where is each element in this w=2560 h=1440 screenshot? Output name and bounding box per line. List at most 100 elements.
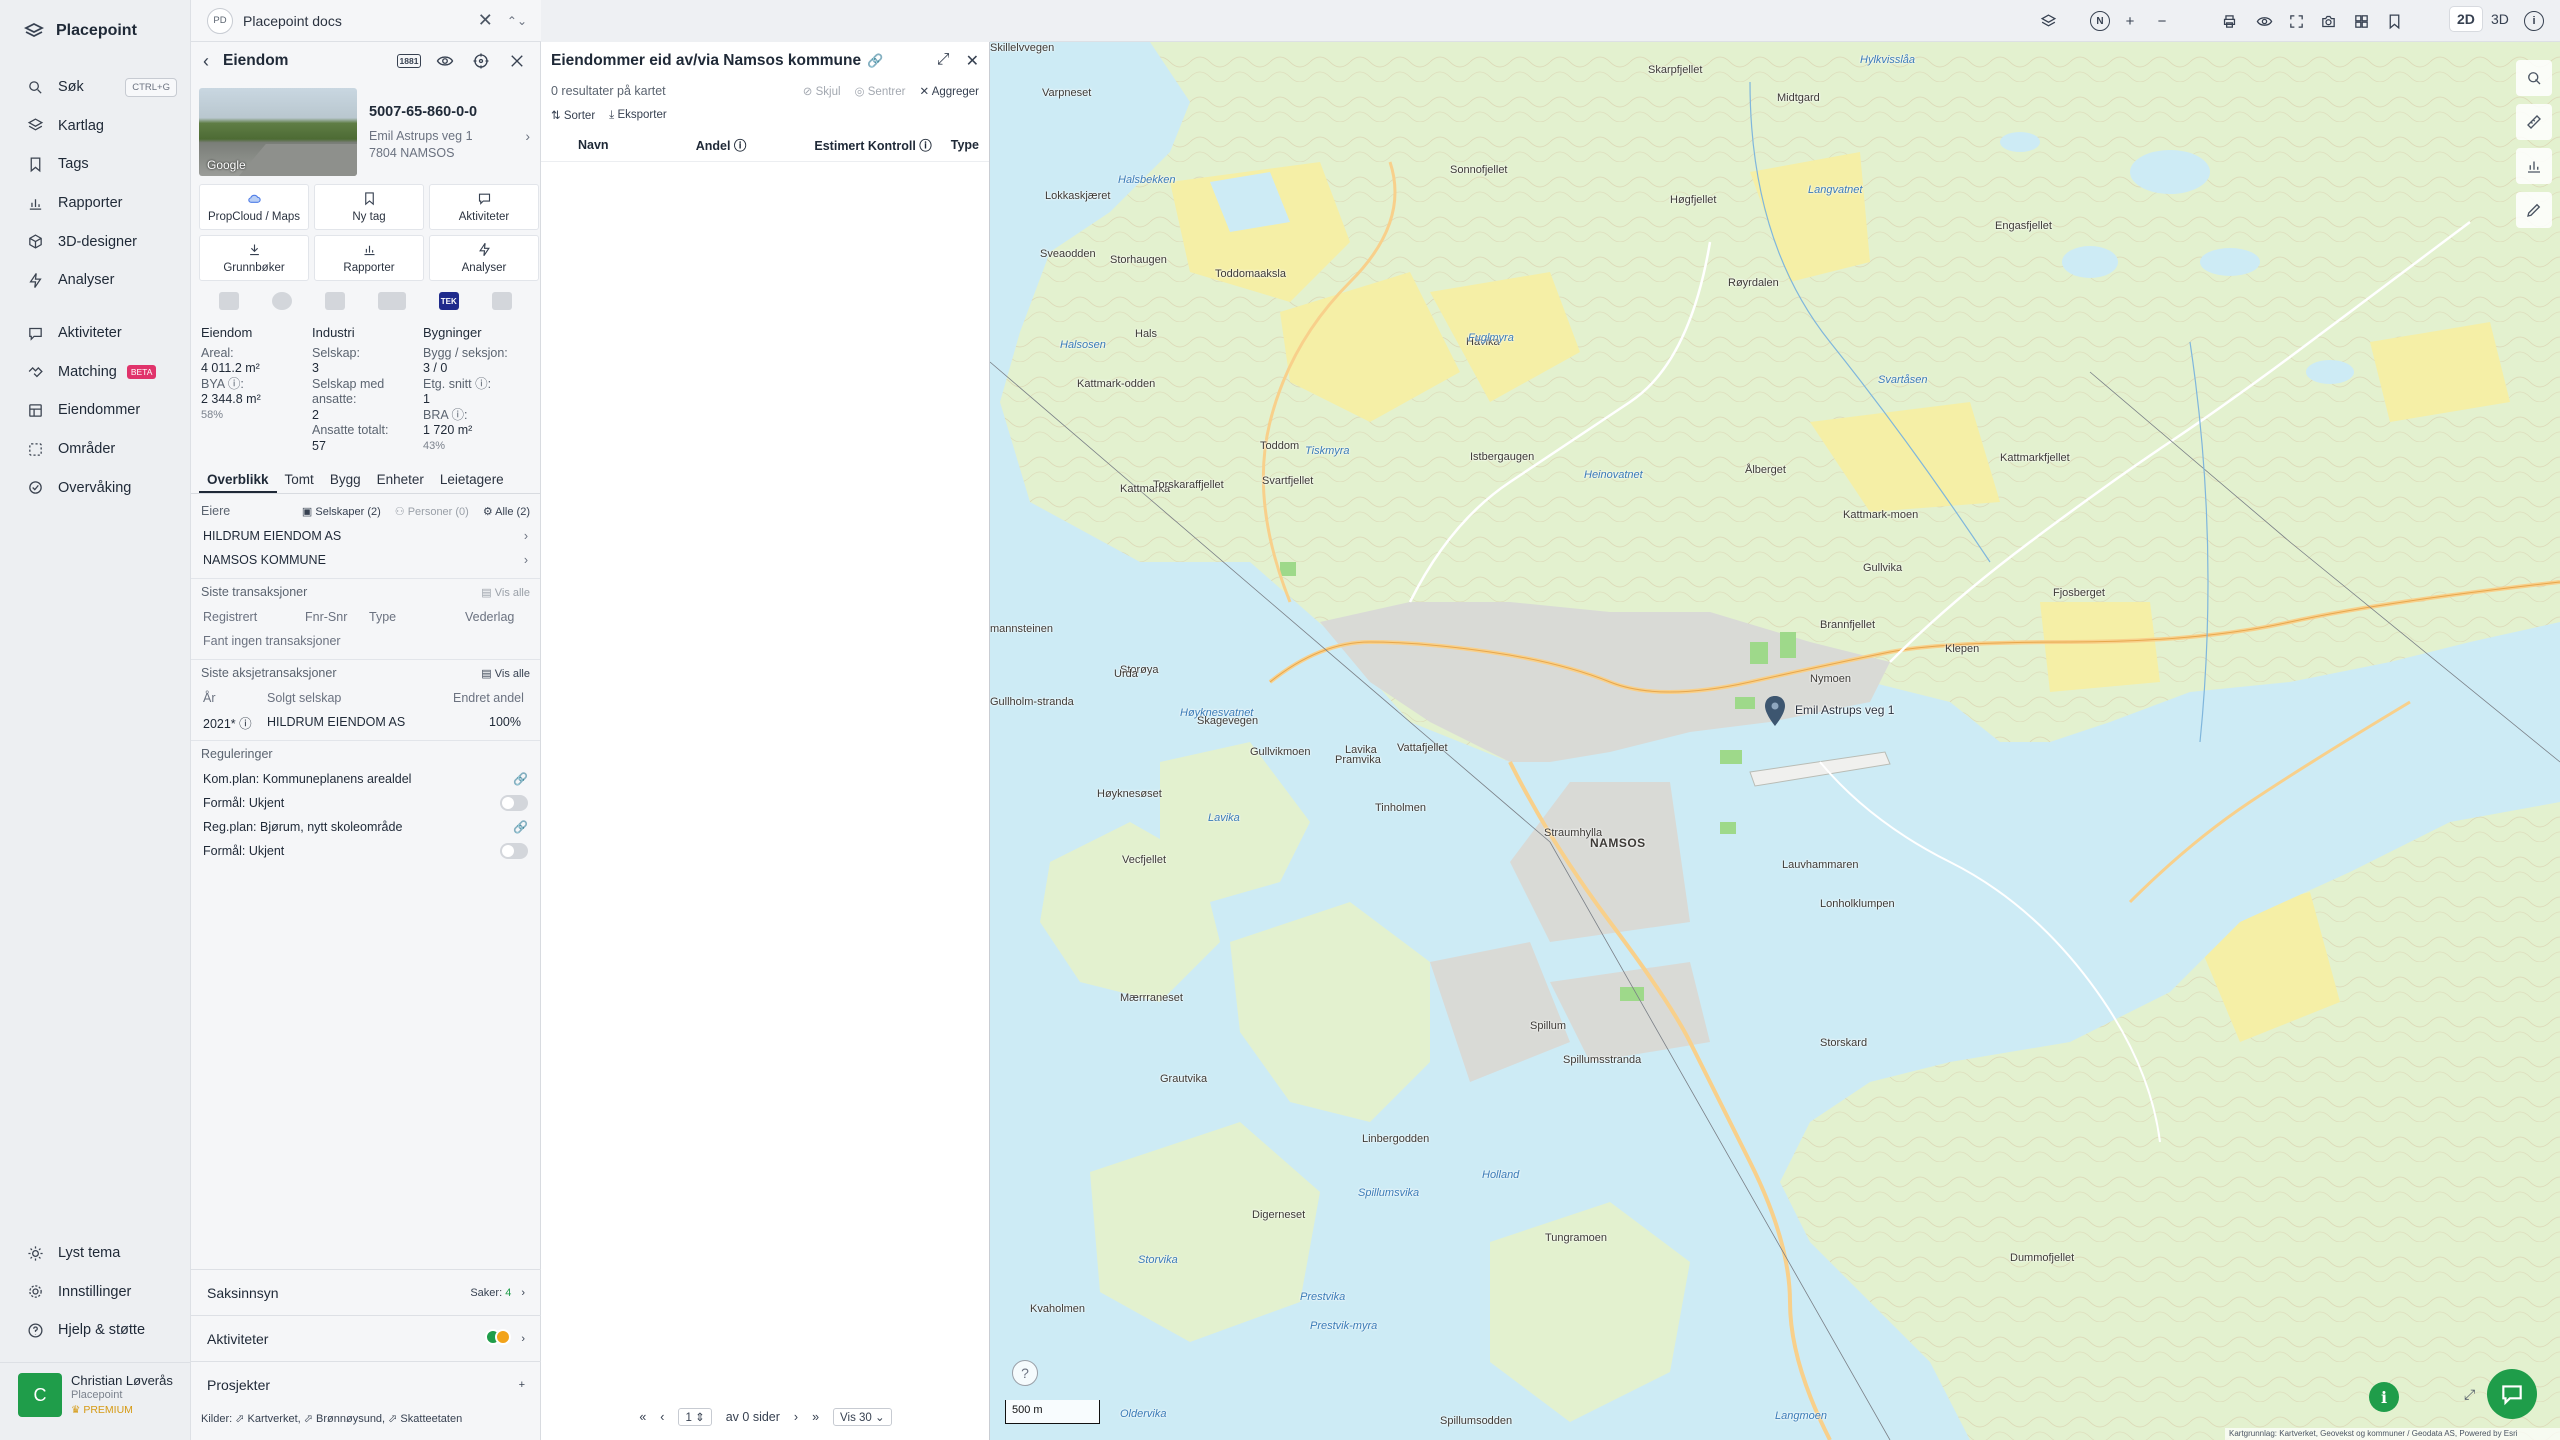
map-canvas[interactable]: Skarpfjellet Varpneset Midtgard Hylkvisslåa… xyxy=(990,42,2560,1440)
eye-icon[interactable] xyxy=(434,50,456,72)
nav-item-omrader[interactable]: Områder xyxy=(0,430,191,469)
grid-source-icon[interactable] xyxy=(219,292,240,310)
view-3d-button[interactable]: 3D xyxy=(2484,7,2516,31)
nav-item-aktiviteter[interactable]: Aktiviteter xyxy=(0,314,191,353)
tab-tomt[interactable]: Tomt xyxy=(277,468,322,493)
location-pin-icon[interactable] xyxy=(1763,695,1787,727)
view-2d-button[interactable]: 2D xyxy=(2450,7,2482,31)
grid-icon[interactable] xyxy=(2351,11,2371,31)
plus-icon[interactable]: + xyxy=(519,1379,525,1391)
zoom-out-icon[interactable]: − xyxy=(2152,11,2172,31)
info-button[interactable]: i xyxy=(2369,1382,2399,1412)
tab-overblikk[interactable]: Overblikk xyxy=(199,468,277,493)
expand-map-icon[interactable]: ⤢ xyxy=(2464,1386,2475,1403)
back-arrow-icon[interactable]: ‹ xyxy=(203,51,209,72)
regulation-row[interactable]: Kom.plan: Kommuneplanens arealdel 🔗 xyxy=(201,767,530,791)
new-tag-button[interactable]: Ny tag xyxy=(314,184,424,230)
activities-button[interactable]: Aktiviteter xyxy=(429,184,539,230)
aggregate-button[interactable]: ✕ Aggreger xyxy=(919,84,979,98)
north-compass-icon[interactable]: N xyxy=(2090,11,2110,31)
streetview-image[interactable]: Google xyxy=(199,88,357,176)
eye-icon[interactable] xyxy=(2254,11,2274,31)
link-icon[interactable]: 🔗 xyxy=(867,53,883,69)
owner-row[interactable]: HILDRUM EIENDOM AS › xyxy=(201,524,530,548)
tab-leietagere[interactable]: Leietagere xyxy=(432,468,512,493)
per-page-select[interactable]: Vis 30 ⌄ xyxy=(833,1408,892,1426)
col-estimert[interactable]: Estimert Kontroll ⓘ xyxy=(814,135,950,154)
chevron-updown-icon[interactable]: ⌃⌄ xyxy=(507,14,527,28)
hide-button[interactable]: ⊘ Skjul xyxy=(803,84,841,98)
see-all-link[interactable]: ▤ Vis alle xyxy=(481,586,530,599)
bookmark-icon[interactable] xyxy=(2384,11,2404,31)
close-icon[interactable]: ✕ xyxy=(966,51,979,71)
col-andel[interactable]: Andel ⓘ xyxy=(696,135,815,154)
export-button[interactable]: ⤓ Eksporter xyxy=(609,109,667,122)
nav-item-rapporter[interactable]: Rapporter xyxy=(0,184,191,223)
nav-item-theme[interactable]: Lyst tema xyxy=(0,1234,191,1273)
map-help-icon[interactable]: ? xyxy=(1012,1360,1038,1386)
last-page-icon[interactable]: » xyxy=(812,1410,819,1424)
link-icon[interactable]: 🔗 xyxy=(513,772,528,786)
chevron-right-icon[interactable]: › xyxy=(525,128,530,144)
close-icon[interactable]: ✕ xyxy=(478,10,493,31)
filter-persons[interactable]: ⚇ Personer (0) xyxy=(395,505,469,518)
close-icon[interactable] xyxy=(506,50,528,72)
print-icon[interactable] xyxy=(2219,11,2239,31)
info-icon[interactable]: i xyxy=(2524,11,2544,31)
target-icon[interactable] xyxy=(470,50,492,72)
owner-row[interactable]: NAMSOS KOMMUNE › xyxy=(201,548,530,572)
activities-section[interactable]: Aktiviteter › xyxy=(191,1315,541,1361)
filter-all[interactable]: ⚙ Alle (2) xyxy=(483,505,530,518)
nav-item-help[interactable]: Hjelp & støtte xyxy=(0,1311,191,1350)
page-input[interactable]: 1 ⇕ xyxy=(678,1408,712,1426)
expand-icon[interactable]: ⤢ xyxy=(937,51,950,71)
map-layers-button[interactable] xyxy=(2516,60,2552,96)
user-profile[interactable]: C Christian Løverås Placepoint ♛ PREMIUM xyxy=(0,1362,191,1440)
bars-source-icon[interactable] xyxy=(377,292,406,310)
prev-page-icon[interactable]: ‹ xyxy=(660,1410,664,1424)
nav-item-overvaking[interactable]: Overvåking xyxy=(0,468,191,507)
reports-button[interactable]: Rapporter xyxy=(314,235,424,281)
map-stats-button[interactable] xyxy=(2516,148,2552,184)
next-page-icon[interactable]: › xyxy=(794,1410,798,1424)
tab-bygg[interactable]: Bygg xyxy=(322,468,369,493)
grunnboker-button[interactable]: Grunnbøker xyxy=(199,235,309,281)
camera-icon[interactable] xyxy=(2318,11,2338,31)
filter-companies[interactable]: ▣ Selskaper (2) xyxy=(302,505,381,518)
map-draw-button[interactable] xyxy=(2516,192,2552,228)
propcloud-button[interactable]: PropCloud / Maps xyxy=(199,184,309,230)
nav-item-tags[interactable]: Tags xyxy=(0,145,191,184)
docs-title[interactable]: Placepoint docs xyxy=(243,13,342,29)
first-page-icon[interactable]: « xyxy=(639,1410,646,1424)
saksinnsyn-section[interactable]: Saksinnsyn Saker: 4 › xyxy=(191,1269,541,1315)
purpose-toggle[interactable] xyxy=(500,795,528,811)
link-icon[interactable]: 🔗 xyxy=(513,820,528,834)
app-brand[interactable]: Placepoint xyxy=(24,22,137,40)
fullscreen-icon[interactable] xyxy=(2286,11,2306,31)
nav-item-kartlag[interactable]: Kartlag xyxy=(0,107,191,146)
tab-enheter[interactable]: Enheter xyxy=(369,468,432,493)
purpose-toggle[interactable] xyxy=(500,843,528,859)
col-type[interactable]: Type xyxy=(951,138,979,152)
tek-source-icon[interactable]: TEK xyxy=(438,292,459,310)
chat-button[interactable] xyxy=(2487,1369,2537,1419)
plant-source-icon[interactable] xyxy=(325,292,346,310)
home-source-icon[interactable] xyxy=(491,292,512,310)
globe-source-icon[interactable] xyxy=(272,292,293,310)
nav-item-settings[interactable]: Innstillinger xyxy=(0,1273,191,1312)
col-navn[interactable]: Navn xyxy=(578,138,696,152)
nav-item-3d-designer[interactable]: 3D-designer xyxy=(0,222,191,261)
nav-item-matching[interactable]: Matching BETA xyxy=(0,353,191,392)
zoom-in-icon[interactable]: + xyxy=(2120,11,2140,31)
see-all-link[interactable]: ▤ Vis alle xyxy=(481,667,530,680)
nav-item-eiendommer[interactable]: Eiendommer xyxy=(0,391,191,430)
nav-item-analyser[interactable]: Analyser xyxy=(0,261,191,300)
1881-icon[interactable]: 1881 xyxy=(396,50,422,72)
center-button[interactable]: ◎ Sentrer xyxy=(855,84,906,98)
analyses-button[interactable]: Analyser xyxy=(429,235,539,281)
layers-stack-icon[interactable] xyxy=(2038,11,2058,31)
map-measure-button[interactable] xyxy=(2516,104,2552,140)
regulation-row[interactable]: Reg.plan: Bjørum, nytt skoleområde 🔗 xyxy=(201,815,530,839)
projects-section[interactable]: Prosjekter + xyxy=(191,1361,541,1407)
sort-button[interactable]: ⇅ Sorter xyxy=(551,108,595,122)
